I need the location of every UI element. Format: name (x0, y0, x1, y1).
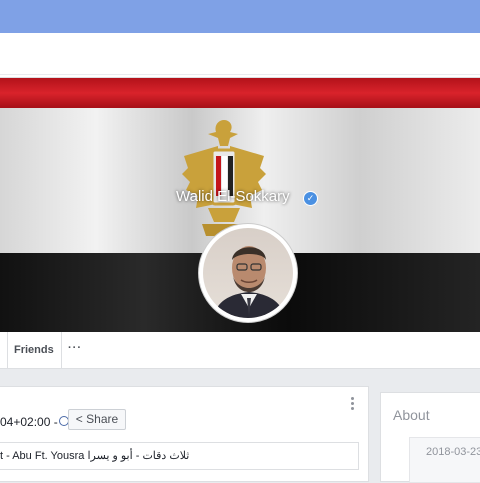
profile-name[interactable]: Walid El-Sokkary (176, 188, 290, 205)
profile-tab-bar: Friends ··· (0, 332, 480, 369)
post-options-icon[interactable] (351, 397, 355, 412)
share-icon: < (75, 412, 83, 426)
person-portrait-icon (213, 246, 285, 318)
avatar-photo (203, 228, 293, 318)
share-label: Share (86, 412, 119, 426)
post-timestamp[interactable]: 04+02:00 - (0, 415, 58, 429)
tab-more-menu[interactable]: ··· (68, 342, 82, 354)
verified-check-icon: ✓ (303, 191, 318, 206)
tab-divider (7, 332, 8, 368)
tab-divider (61, 332, 62, 368)
post-card: 04+02:00 - < Share t - Abu Ft. Yousra ثل… (0, 386, 369, 482)
flag-red-band (0, 78, 480, 108)
divider (0, 74, 480, 75)
profile-picture[interactable] (198, 223, 298, 323)
about-title: About (393, 407, 430, 423)
about-date-box: 2018-03-23 (409, 437, 480, 483)
post-link-title[interactable]: t - Abu Ft. Yousra ثلاث دقات - أبو و يسر… (0, 442, 359, 470)
secondary-header-bar (0, 33, 480, 78)
top-navigation-bar (0, 0, 480, 33)
share-button[interactable]: < Share (68, 409, 126, 430)
about-date: 2018-03-23 (426, 446, 480, 458)
tab-friends[interactable]: Friends (14, 344, 54, 356)
about-card: About 2018-03-23 (380, 392, 480, 483)
